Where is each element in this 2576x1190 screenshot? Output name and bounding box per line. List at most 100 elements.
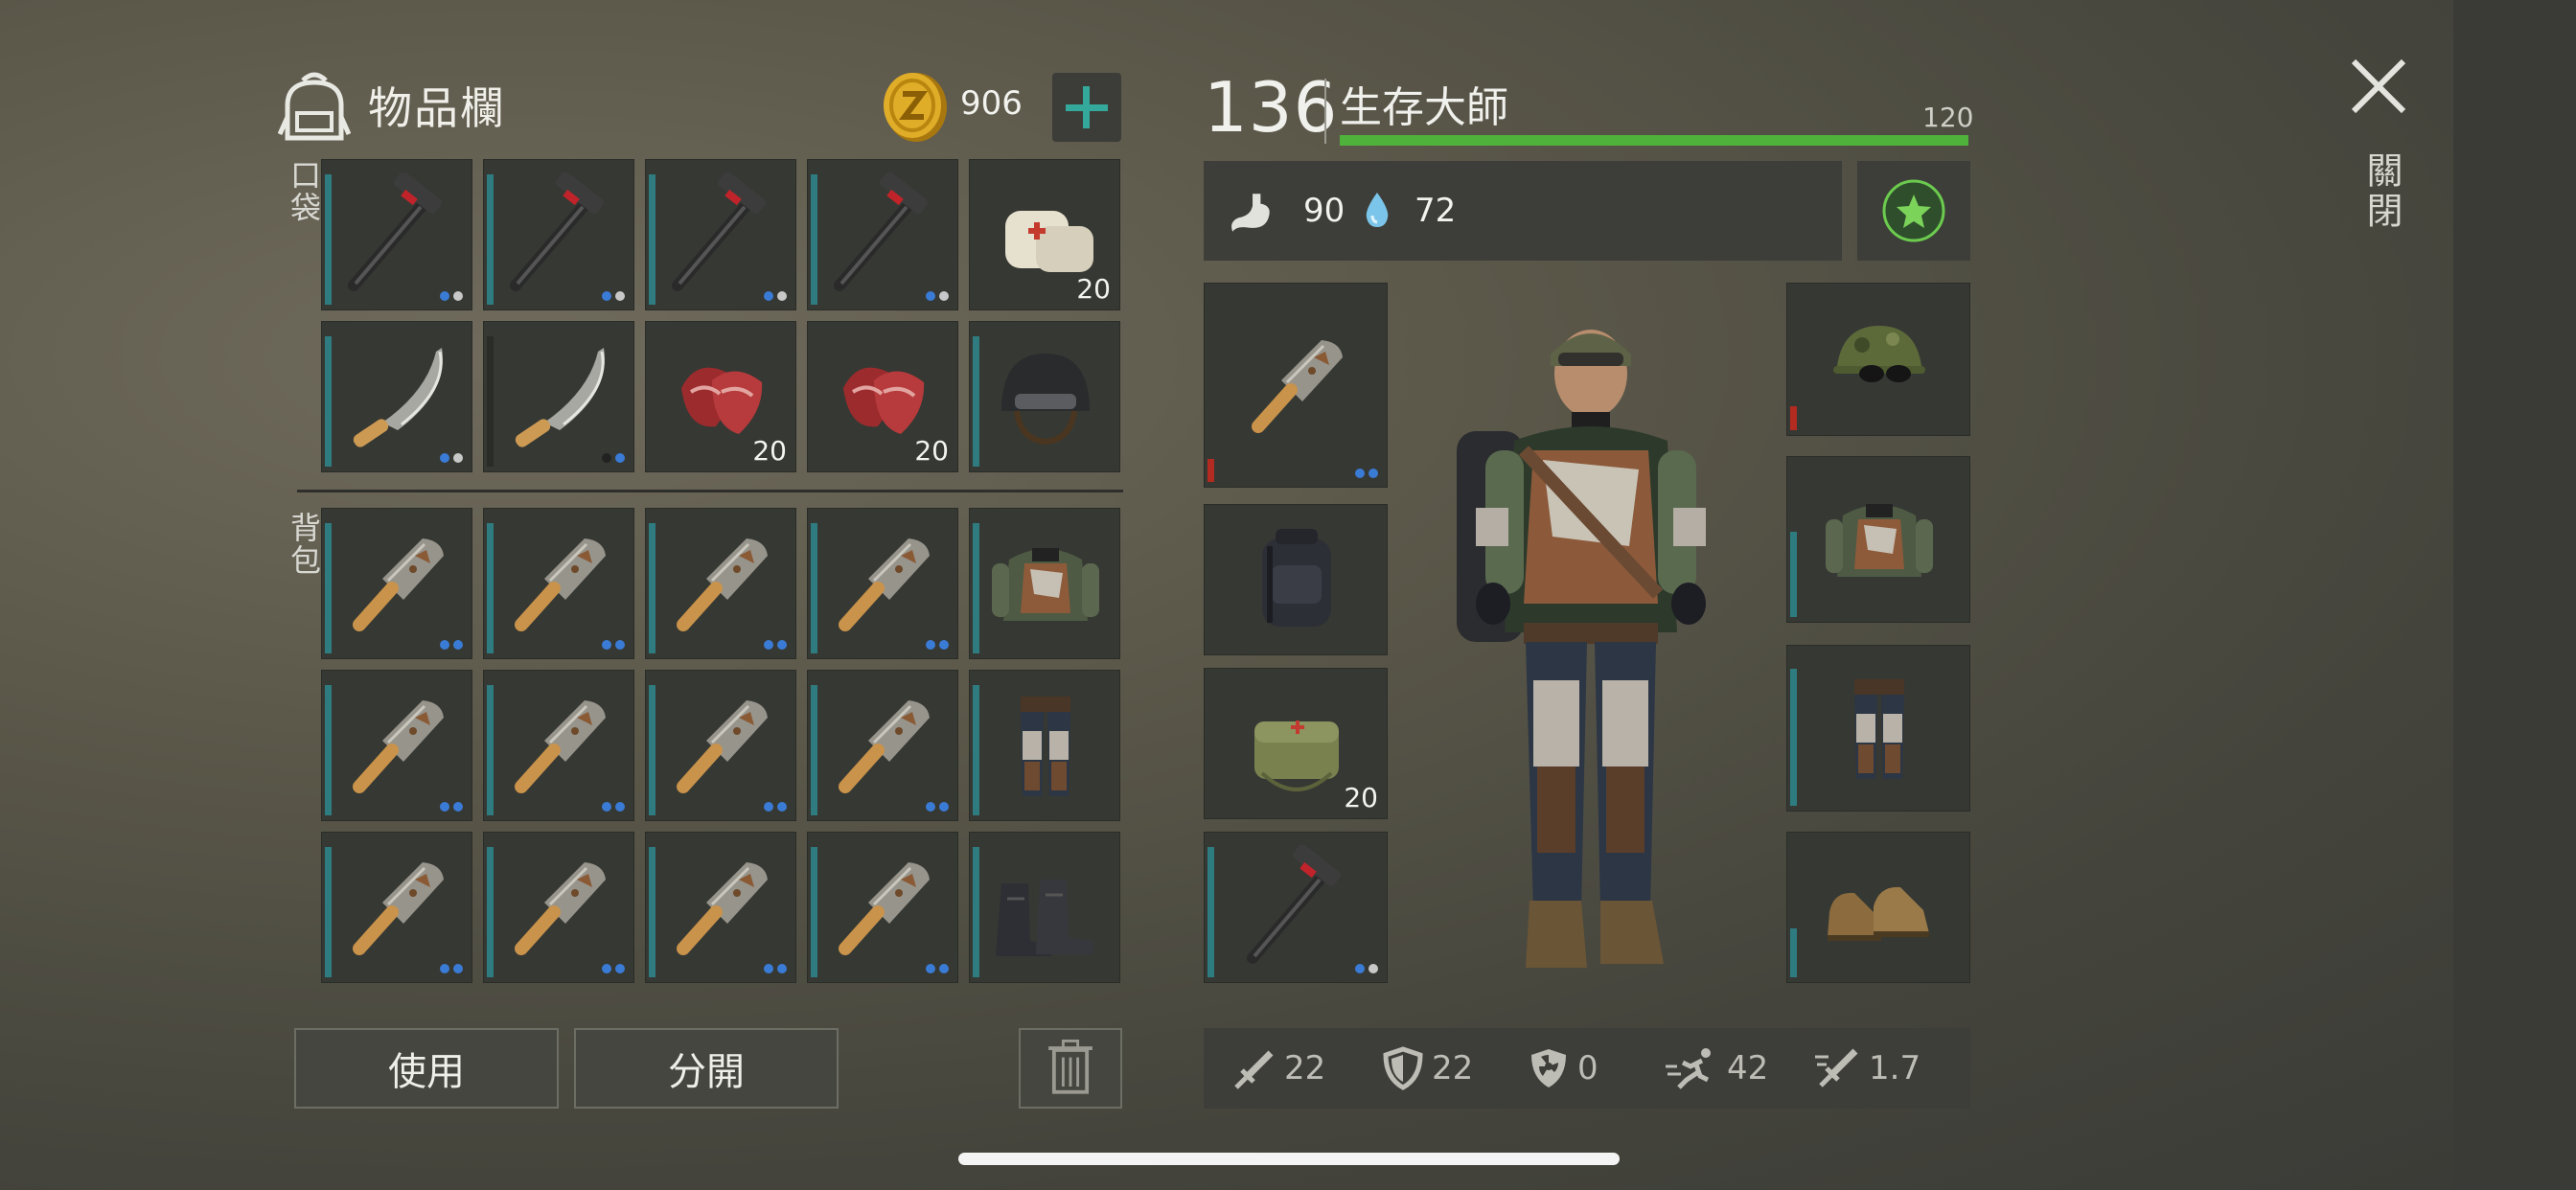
machete-icon — [515, 348, 606, 447]
backpack-slot[interactable] — [645, 832, 796, 983]
durability-bar — [325, 523, 332, 653]
split-button[interactable]: 分開 — [574, 1028, 839, 1109]
xp-bar — [1340, 135, 1968, 146]
pocket-slot[interactable]: 20 — [969, 159, 1120, 310]
backpack-slot[interactable] — [807, 832, 958, 983]
backpack-slot[interactable] — [483, 832, 634, 983]
upgrade-dots — [764, 640, 787, 650]
upgrade-dot — [777, 640, 787, 650]
durability-bar — [487, 523, 494, 653]
upgrade-dots — [602, 453, 625, 463]
backpack-slot[interactable] — [969, 832, 1120, 983]
camo-hat-icon — [1833, 326, 1925, 382]
perk-button[interactable] — [1857, 161, 1970, 261]
close-icon[interactable] — [2348, 56, 2409, 117]
upgrade-dot — [453, 802, 463, 812]
upgrade-dot — [615, 802, 625, 812]
cleaver-icon — [515, 700, 606, 793]
home-indicator[interactable] — [958, 1153, 1620, 1165]
upgrade-dot — [615, 964, 625, 973]
use-button[interactable]: 使用 — [294, 1028, 559, 1109]
close-label[interactable]: 關閉 — [2356, 151, 2408, 232]
backpack-slot[interactable] — [483, 508, 634, 659]
jacket-icon — [1826, 504, 1933, 577]
backpack-slot[interactable] — [807, 508, 958, 659]
backpack-slot[interactable] — [969, 508, 1120, 659]
damage-value: 22 — [1284, 1049, 1326, 1087]
pocket-slot[interactable] — [645, 159, 796, 310]
stomach-icon — [1231, 194, 1270, 232]
durability-bar — [1790, 532, 1797, 617]
survival-stats: 90 72 — [1204, 161, 1842, 261]
equipment-slot-left[interactable] — [1204, 832, 1388, 983]
running-icon — [1666, 1048, 1711, 1089]
durability-bar — [1208, 847, 1214, 977]
backpack-slot[interactable] — [483, 670, 634, 821]
upgrade-dot — [440, 640, 449, 650]
character-model[interactable] — [1438, 316, 1744, 987]
equipment-slot-left[interactable] — [1204, 283, 1388, 488]
delete-button[interactable] — [1019, 1028, 1122, 1109]
armor-value: 22 — [1432, 1049, 1474, 1087]
pocket-slot[interactable]: 20 — [645, 321, 796, 472]
backpack-slot[interactable] — [645, 508, 796, 659]
upgrade-dot — [939, 802, 949, 812]
inventory-title: 物品欄 — [368, 82, 506, 134]
shield-icon — [1383, 1046, 1423, 1090]
cleaver-icon — [839, 862, 930, 955]
radiation-value: 0 — [1577, 1049, 1598, 1087]
equipment-slot-left[interactable]: 20 — [1204, 668, 1388, 819]
durability-bar — [325, 336, 332, 467]
upgrade-dot — [453, 640, 463, 650]
pocket-slot[interactable] — [969, 321, 1120, 472]
upgrade-dots — [926, 291, 949, 301]
durability-bar — [649, 685, 656, 815]
hunger-value: 90 — [1303, 192, 1346, 230]
item-quantity: 20 — [914, 435, 949, 467]
upgrade-dots — [926, 802, 949, 812]
upgrade-dots — [440, 453, 463, 463]
durability-bar — [811, 523, 817, 653]
add-coins-button[interactable] — [1052, 73, 1121, 142]
upgrade-dot — [453, 453, 463, 463]
upgrade-dot — [777, 291, 787, 301]
right-edge-strip — [2453, 0, 2576, 1190]
upgrade-dots — [926, 640, 949, 650]
equipment-slot-right[interactable] — [1786, 645, 1970, 812]
upgrade-dot — [777, 964, 787, 973]
backpack-slot[interactable] — [321, 508, 472, 659]
backpack-label: 背包 — [286, 512, 322, 577]
upgrade-dot — [1368, 964, 1378, 973]
upgrade-dot — [440, 291, 449, 301]
equipment-slot-left[interactable] — [1204, 504, 1388, 655]
cleaver-icon — [353, 862, 444, 955]
durability-bar — [487, 174, 494, 305]
hammer-icon — [672, 172, 767, 291]
upgrade-dots — [440, 964, 463, 973]
pocket-slot[interactable] — [483, 321, 634, 472]
equipment-slot-right[interactable] — [1786, 456, 1970, 623]
backpack-slot[interactable] — [969, 670, 1120, 821]
upgrade-dots — [602, 291, 625, 301]
character-level: 136 — [1204, 67, 1339, 148]
cleaver-icon — [677, 538, 768, 631]
upgrade-dot — [764, 964, 773, 973]
water-drop-icon — [1366, 193, 1389, 227]
pocket-slot[interactable] — [321, 321, 472, 472]
backpack-slot[interactable] — [321, 670, 472, 821]
pocket-slot[interactable] — [321, 159, 472, 310]
speed-stat: 42 — [1664, 1045, 1768, 1091]
cleaver-icon — [839, 538, 930, 631]
equipment-slot-right[interactable] — [1786, 832, 1970, 983]
upgrade-dots — [1355, 469, 1378, 478]
backpack-slot[interactable] — [807, 670, 958, 821]
upgrade-dot — [1355, 964, 1365, 973]
attack-speed-stat: 1.7 — [1813, 1045, 1920, 1091]
durability-bar — [1790, 406, 1797, 430]
equipment-slot-right[interactable] — [1786, 283, 1970, 436]
backpack-slot[interactable] — [645, 670, 796, 821]
pocket-slot[interactable] — [483, 159, 634, 310]
pocket-slot[interactable]: 20 — [807, 321, 958, 472]
backpack-slot[interactable] — [321, 832, 472, 983]
pocket-slot[interactable] — [807, 159, 958, 310]
